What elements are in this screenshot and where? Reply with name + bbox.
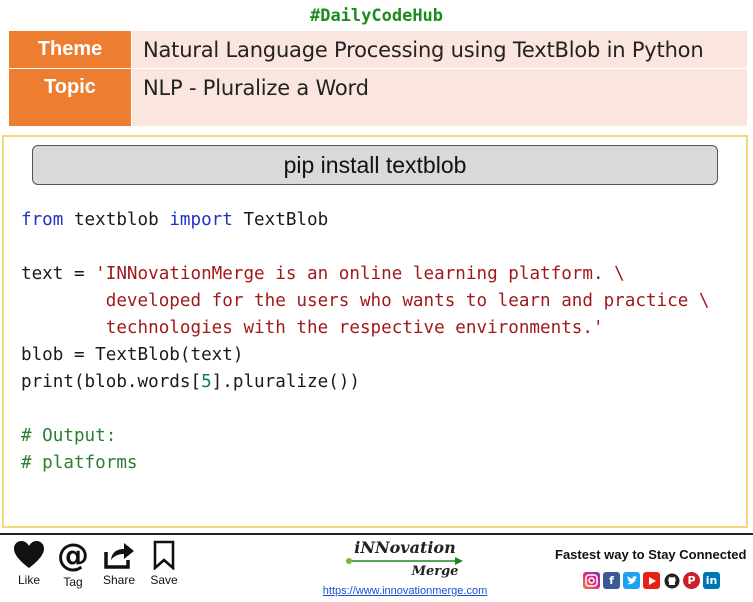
bookmark-icon — [153, 540, 175, 570]
linkedin-icon[interactable]: in — [703, 572, 720, 589]
at-sign-icon: @ — [57, 540, 89, 572]
code-text: ].pluralize()) — [211, 372, 360, 392]
theme-row: Theme Natural Language Processing using … — [9, 31, 747, 68]
pinterest-icon[interactable]: P — [683, 572, 700, 589]
code-comment: # Output: — [21, 426, 117, 446]
code-text: textblob — [63, 210, 170, 230]
code-panel: pip install textblob from textblob impor… — [2, 135, 748, 528]
save-button[interactable]: Save — [150, 540, 178, 600]
like-button[interactable]: Like — [0, 540, 58, 600]
install-command: pip install textblob — [32, 145, 718, 185]
code-string: technologies with the respective environ… — [21, 318, 604, 338]
code-keyword: from — [21, 210, 64, 230]
code-string: 'INNovationMerge is an online learning p… — [95, 264, 625, 284]
twitter-icon[interactable] — [623, 572, 640, 589]
code-block: from textblob import TextBlob text = 'IN… — [21, 207, 710, 477]
code-text: print(blob.words[ — [21, 372, 202, 392]
website-link[interactable]: https://www.innovationmerge.com — [310, 585, 500, 597]
theme-value: Natural Language Processing using TextBl… — [132, 31, 747, 68]
topic-value: NLP - Pluralize a Word — [132, 69, 747, 126]
topic-row: Topic NLP - Pluralize a Word — [9, 69, 747, 126]
share-button[interactable]: Share — [88, 540, 150, 600]
svg-text:@: @ — [57, 540, 89, 572]
hashtag-title: #DailyCodeHub — [309, 6, 444, 26]
theme-label: Theme — [9, 31, 131, 68]
facebook-icon[interactable]: f — [603, 572, 620, 589]
instagram-icon[interactable] — [583, 572, 600, 589]
code-text: blob = TextBlob(text) — [21, 345, 244, 365]
topic-label: Topic — [9, 69, 131, 126]
brand-subname: Merge — [411, 564, 459, 579]
brand-logo: iNNovation Merge https://www.innovationm… — [310, 538, 500, 598]
heart-icon — [14, 541, 44, 568]
share-icon — [104, 543, 134, 569]
like-label: Like — [17, 573, 40, 587]
code-string: developed for the users who wants to lea… — [21, 291, 710, 311]
code-text: TextBlob — [232, 210, 329, 230]
code-keyword: import — [169, 210, 233, 230]
github-icon[interactable] — [663, 572, 680, 589]
code-text: text = — [21, 264, 96, 284]
social-icons: f P in — [583, 572, 720, 589]
code-comment: # platforms — [21, 453, 138, 473]
share-label: Share — [102, 573, 136, 587]
brand-name: iNNovation — [354, 538, 456, 557]
code-number: 5 — [201, 372, 212, 392]
action-bar: Like @ Tag Share Save — [0, 540, 178, 600]
tag-label: Tag — [63, 575, 83, 589]
save-label: Save — [150, 573, 178, 587]
tag-button[interactable]: @ Tag — [57, 540, 89, 600]
youtube-icon[interactable] — [643, 572, 660, 589]
footer-divider — [0, 533, 753, 535]
connect-text: Fastest way to Stay Connected — [555, 547, 747, 562]
